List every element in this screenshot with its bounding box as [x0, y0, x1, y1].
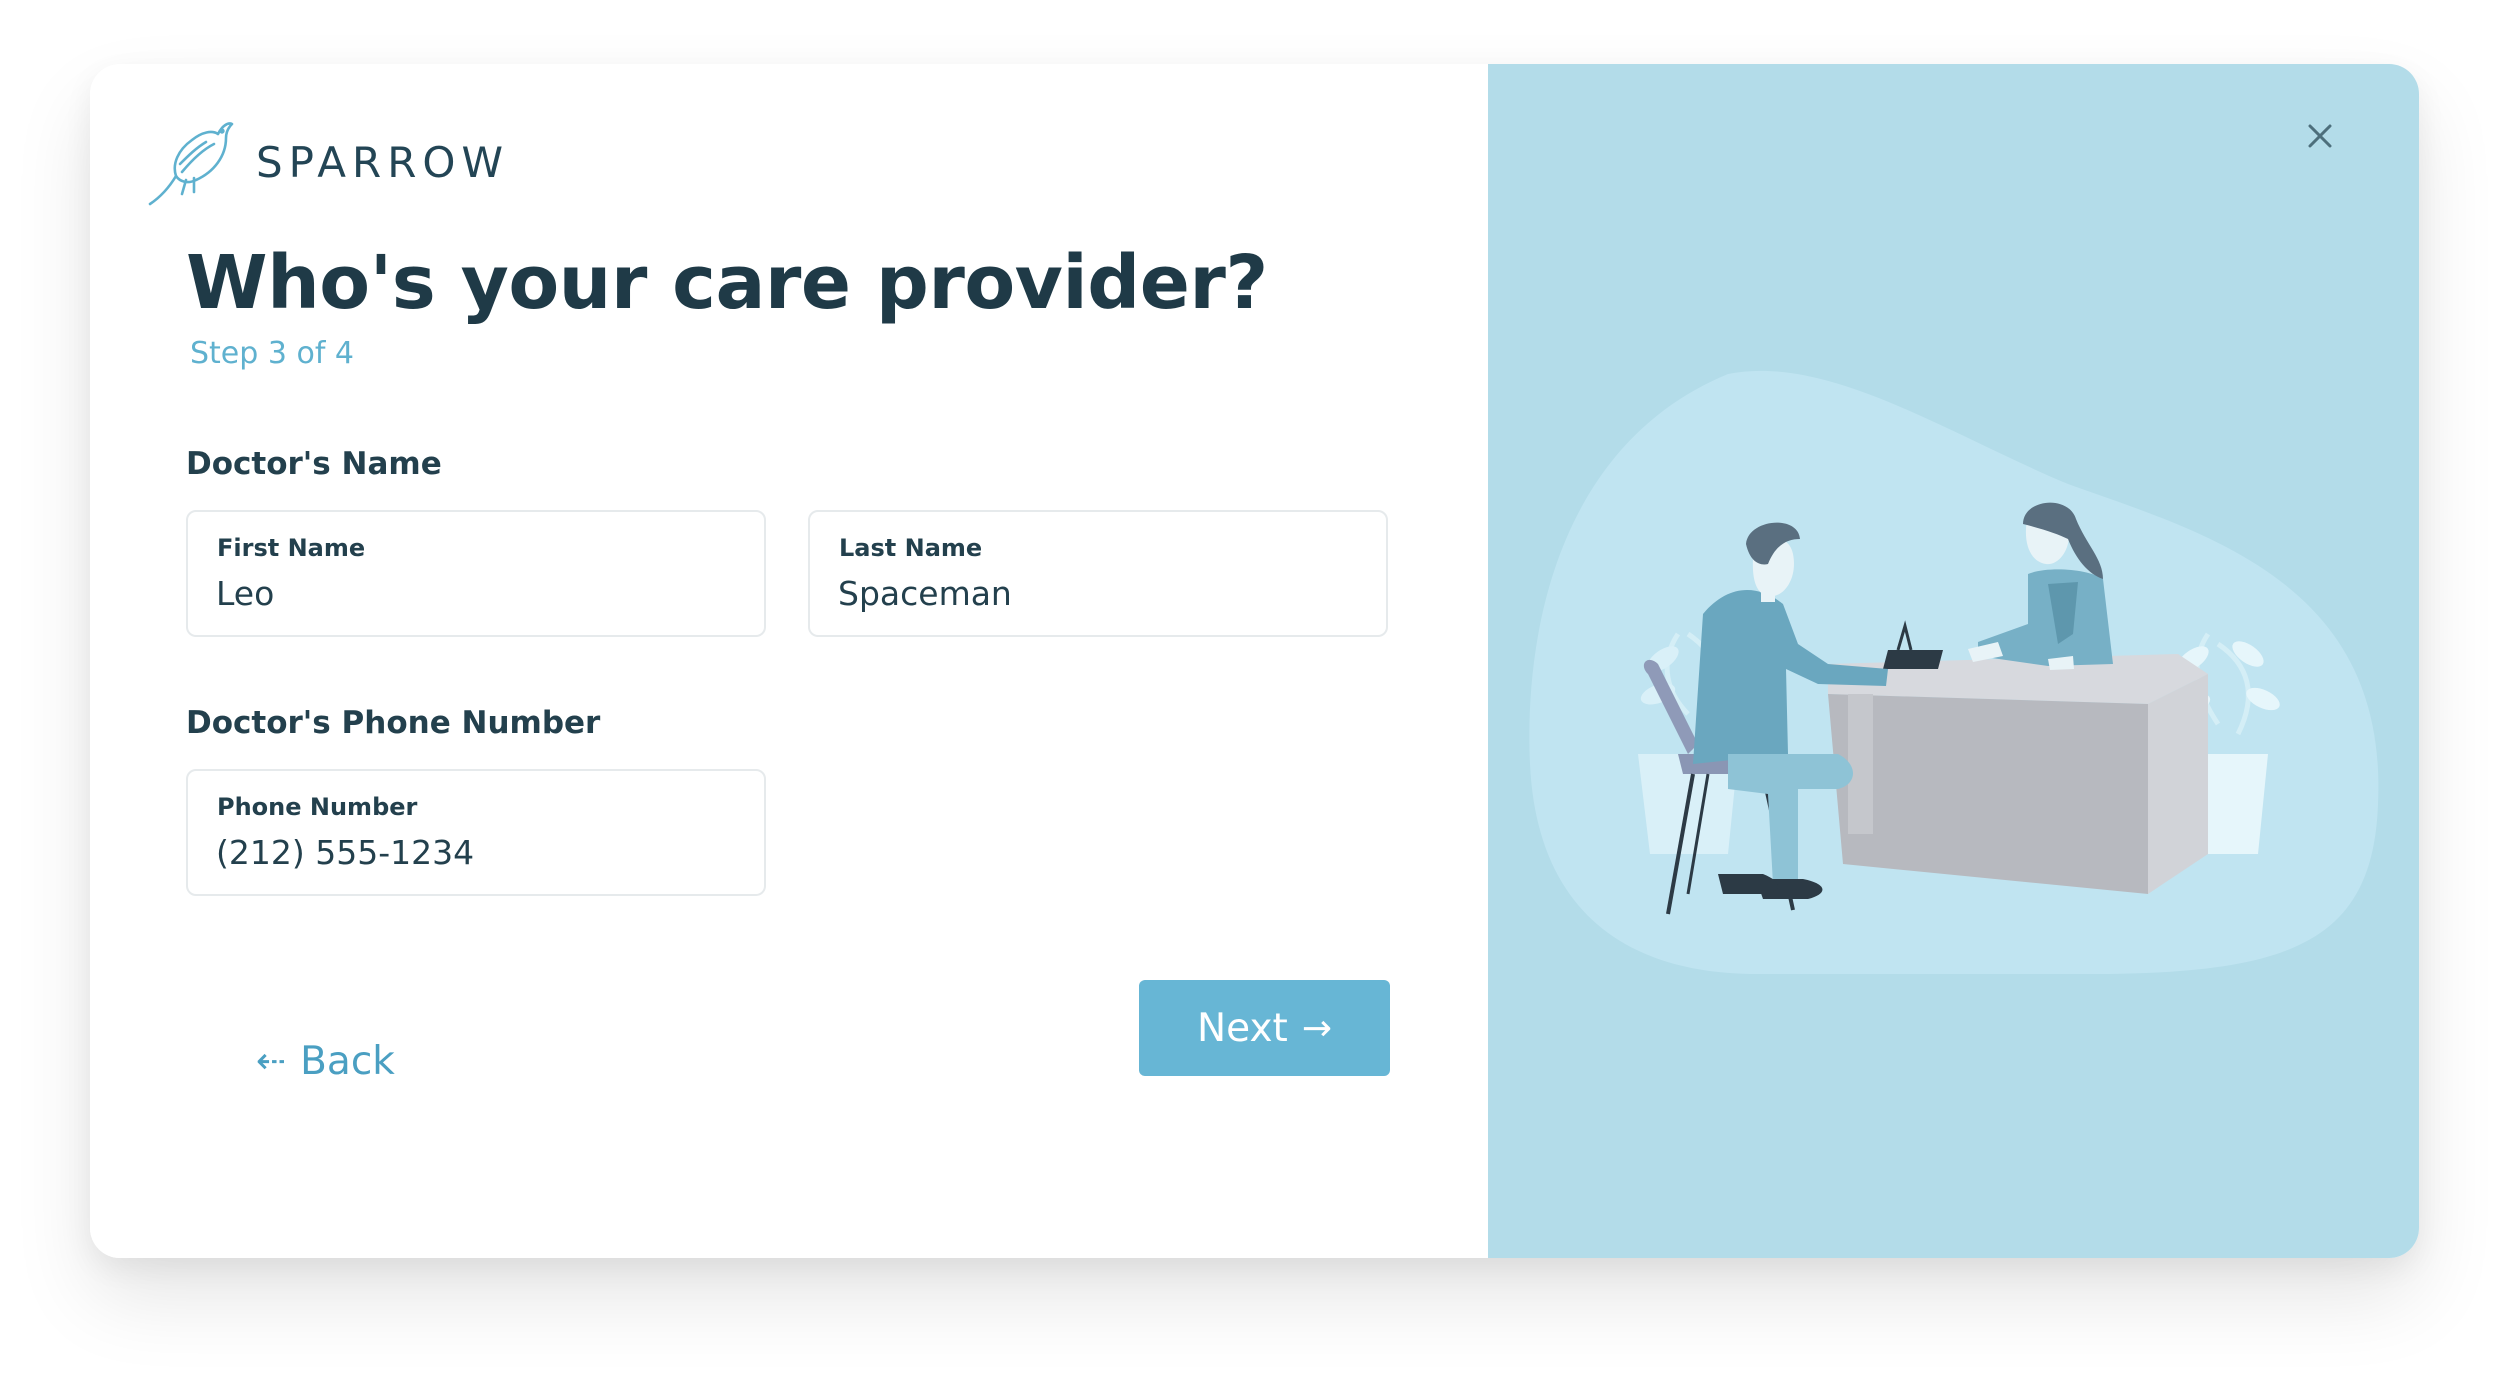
- phone-number-input[interactable]: [216, 833, 736, 872]
- next-button-label: Next: [1196, 1005, 1288, 1051]
- first-name-label: First Name: [217, 534, 366, 562]
- page-backdrop: SPARROW Who's your care provider? Step 3…: [0, 0, 2500, 1373]
- arrow-right-icon: →: [1301, 1007, 1333, 1049]
- first-name-field[interactable]: First Name: [186, 510, 766, 637]
- desk: [1828, 654, 2208, 894]
- last-name-label: Last Name: [839, 534, 983, 562]
- last-name-input[interactable]: [838, 574, 1358, 613]
- brand-name: SPARROW: [256, 137, 509, 187]
- first-name-input[interactable]: [216, 574, 736, 613]
- illustration-pane: [1488, 64, 2419, 1258]
- form-pane: SPARROW Who's your care provider? Step 3…: [90, 64, 1488, 1258]
- phone-number-label: Phone Number: [217, 793, 418, 821]
- last-name-field[interactable]: Last Name: [808, 510, 1388, 637]
- arrow-left-icon: ⇠: [256, 1041, 287, 1082]
- doctor-name-section-label: Doctor's Name: [186, 446, 442, 482]
- phone-section-label: Doctor's Phone Number: [186, 705, 601, 741]
- onboarding-modal: SPARROW Who's your care provider? Step 3…: [90, 64, 2419, 1258]
- back-button-label: Back: [300, 1039, 395, 1084]
- back-button[interactable]: ⇠ Back: [256, 1039, 395, 1084]
- doctor-patient-consultation-illustration: [1529, 370, 2379, 975]
- brand-logo: SPARROW: [142, 116, 509, 208]
- page-title: Who's your care provider?: [186, 240, 1268, 326]
- step-indicator: Step 3 of 4: [190, 336, 355, 371]
- phone-number-field[interactable]: Phone Number: [186, 769, 766, 896]
- close-icon[interactable]: [2300, 116, 2340, 156]
- next-button[interactable]: Next →: [1139, 980, 1390, 1076]
- sparrow-bird-icon: [148, 122, 234, 206]
